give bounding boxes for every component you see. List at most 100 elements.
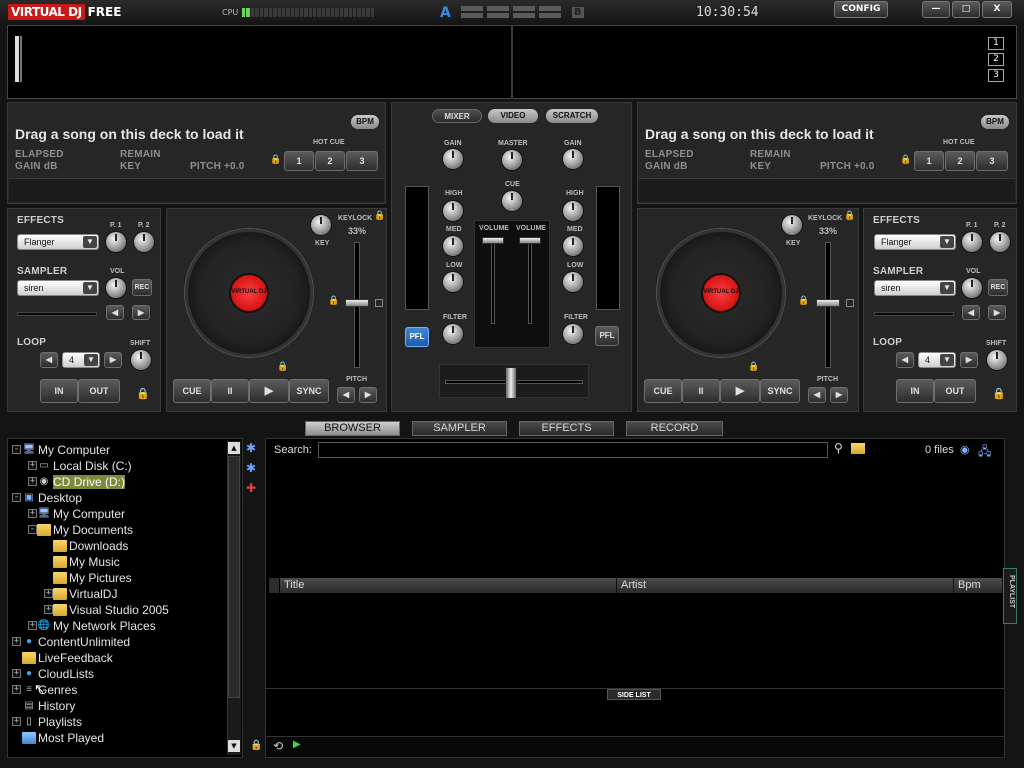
tree-expander[interactable]: + xyxy=(28,621,37,630)
tree-item-desktop[interactable]: ▣ Desktop xyxy=(22,490,82,505)
deck-left-play-button[interactable]: ▶ xyxy=(249,379,289,403)
deck-right-loop-next[interactable]: ▶ xyxy=(960,352,978,368)
tree-item-local-disk[interactable]: ▭ Local Disk (C:) xyxy=(37,458,131,473)
tree-item-livefeedback[interactable]: LiveFeedback xyxy=(22,650,113,665)
deck-left-loop-in[interactable]: IN xyxy=(40,379,78,403)
mixer-med-left-knob[interactable] xyxy=(443,236,463,256)
deck-right-effect-select[interactable]: Flanger ▼ xyxy=(874,234,956,250)
remove-folder-icon[interactable]: ✚ xyxy=(246,481,256,495)
config-button[interactable]: CONFIG xyxy=(834,1,888,18)
deck-left-pitch-up[interactable]: ▶ xyxy=(359,387,377,403)
mixer-master-knob[interactable] xyxy=(502,150,522,170)
tree-lock-icon[interactable]: 🔒 xyxy=(250,740,262,751)
deck-left-hotcue-3[interactable]: 3 xyxy=(346,151,378,171)
deck-right-loop-out[interactable]: OUT xyxy=(934,379,976,403)
tree-scroll-down[interactable]: ▼ xyxy=(228,740,240,752)
mixer-cue-knob[interactable] xyxy=(502,191,522,211)
tree-expander[interactable]: + xyxy=(12,637,21,646)
column-title[interactable]: Title xyxy=(280,578,617,593)
deck-left-pitch-down[interactable]: ◀ xyxy=(337,387,355,403)
mixer-volume-left-slider[interactable] xyxy=(482,237,504,244)
maximize-button[interactable]: □ xyxy=(952,1,980,18)
search-input[interactable] xyxy=(318,442,828,458)
deck-right-sync-button[interactable]: SYNC xyxy=(760,379,800,403)
deck-right-pitch-lock-icon[interactable]: 🔒 xyxy=(798,296,809,306)
tree-item-my-pictures[interactable]: My Pictures xyxy=(53,570,132,585)
deck-left-hotcue-1[interactable]: 1 xyxy=(284,151,314,171)
deck-right-key-knob[interactable] xyxy=(782,215,802,235)
column-bpm[interactable]: Bpm xyxy=(954,578,1003,593)
mixer-tab-scratch[interactable]: SCRATCH xyxy=(546,109,598,123)
deck-left-sync-button[interactable]: SYNC xyxy=(289,379,329,403)
tree-expander[interactable]: + xyxy=(44,605,53,614)
deck-right-jog-lock-icon[interactable]: 🔒 xyxy=(748,362,759,372)
deck-right-bpm-button[interactable]: BPM xyxy=(981,115,1009,129)
deck-right-lock-icon[interactable]: 🔒 xyxy=(900,155,911,165)
tree-expander[interactable]: + xyxy=(28,509,37,518)
deck-right-p1-knob[interactable] xyxy=(962,232,982,252)
zoom-button-3[interactable]: 3 xyxy=(988,69,1004,82)
deck-left-pitch-reset[interactable] xyxy=(375,299,383,307)
deck-right-shift-knob[interactable] xyxy=(987,350,1007,370)
tree-item-cloudlists[interactable]: ● CloudLists xyxy=(22,666,94,681)
deck-right-pitch-up[interactable]: ▶ xyxy=(830,387,848,403)
view-toggle-icon[interactable]: ◉ xyxy=(960,443,970,456)
deck-right-loop-in[interactable]: IN xyxy=(896,379,934,403)
close-button[interactable]: X xyxy=(982,1,1012,18)
deck-left-mini-waveform[interactable] xyxy=(9,178,384,202)
tree-item-my-computer-2[interactable]: 🖥 My Computer xyxy=(37,506,125,521)
mixer-pfl-right-button[interactable]: PFL xyxy=(595,326,619,346)
deck-left-sampler-vol-knob[interactable] xyxy=(106,278,126,298)
deck-right-hotcue-3[interactable]: 3 xyxy=(976,151,1008,171)
search-folder-icon[interactable] xyxy=(851,443,865,454)
deck-right-sampler-select[interactable]: siren ▼ xyxy=(874,280,956,296)
tree-item-my-music[interactable]: My Music xyxy=(53,554,120,569)
mixer-tab-mixer[interactable]: MIXER xyxy=(432,109,482,123)
deck-right-p2-knob[interactable] xyxy=(990,232,1010,252)
tree-item-history[interactable]: ▤ History xyxy=(22,698,75,713)
tree-item-contentunlimited[interactable]: ● ContentUnlimited xyxy=(22,634,130,649)
mixer-volume-right-track[interactable] xyxy=(528,240,532,324)
deck-left-loop-out[interactable]: OUT xyxy=(78,379,120,403)
deck-right-rec-button[interactable]: REC xyxy=(988,279,1008,296)
tree-expander[interactable]: + xyxy=(28,477,37,486)
deck-left-shift-knob[interactable] xyxy=(131,350,151,370)
tree-item-virtualdj[interactable]: VirtualDJ xyxy=(53,586,117,601)
deck-left-jog-lock-icon[interactable]: 🔒 xyxy=(277,362,288,372)
mixer-low-right-knob[interactable] xyxy=(563,272,583,292)
side-list-toggle[interactable]: SIDE LIST xyxy=(607,689,661,700)
tree-item-downloads[interactable]: Downloads xyxy=(53,538,128,553)
deck-right-hotcue-2[interactable]: 2 xyxy=(945,151,975,171)
deck-right-play-button[interactable]: ▶ xyxy=(720,379,760,403)
mixer-volume-right-slider[interactable] xyxy=(519,237,541,244)
mixer-filter-right-knob[interactable] xyxy=(563,324,583,344)
deck-left-sampler-select[interactable]: siren ▼ xyxy=(17,280,99,296)
tab-browser[interactable]: BROWSER xyxy=(305,421,400,436)
tree-scroll-up[interactable]: ▲ xyxy=(228,442,240,454)
deck-right-pitch-down[interactable]: ◀ xyxy=(808,387,826,403)
deck-right-jog-wheel[interactable]: VIRTUAL DJ xyxy=(657,229,785,357)
tree-expander[interactable]: + xyxy=(28,461,37,470)
playlist-tab[interactable]: PLAYLIST xyxy=(1003,568,1017,624)
minimize-button[interactable]: — xyxy=(922,1,950,18)
tree-item-my-documents[interactable]: My Documents xyxy=(37,522,133,537)
tree-item-my-computer[interactable]: 🖥 My Computer xyxy=(22,442,110,457)
mixer-high-right-knob[interactable] xyxy=(563,201,583,221)
add-virtual-folder-icon[interactable]: ✱ xyxy=(246,461,256,475)
tree-expander[interactable]: - xyxy=(28,525,37,534)
deck-right-loop-prev[interactable]: ◀ xyxy=(896,352,914,368)
crossfader-handle[interactable] xyxy=(505,367,517,399)
deck-left-hotcue-2[interactable]: 2 xyxy=(315,151,345,171)
rotate-icon[interactable]: ⟲ xyxy=(273,739,283,753)
mixer-volume-left-track[interactable] xyxy=(491,240,495,324)
tree-item-network-places[interactable]: 🌐 My Network Places xyxy=(37,618,156,633)
play-icon[interactable]: ▶ xyxy=(293,739,301,750)
tab-record[interactable]: RECORD xyxy=(626,421,723,436)
tree-scroll-thumb[interactable] xyxy=(228,456,240,698)
deck-right-loop-select[interactable]: 4 ▼ xyxy=(918,352,956,368)
deck-left-pitch-lock-icon[interactable]: 🔒 xyxy=(328,296,339,306)
deck-left-loop-next[interactable]: ▶ xyxy=(104,352,122,368)
deck-left-sampler-next[interactable]: ▶ xyxy=(132,305,150,320)
mixer-low-left-knob[interactable] xyxy=(443,272,463,292)
mixer-med-right-knob[interactable] xyxy=(563,236,583,256)
